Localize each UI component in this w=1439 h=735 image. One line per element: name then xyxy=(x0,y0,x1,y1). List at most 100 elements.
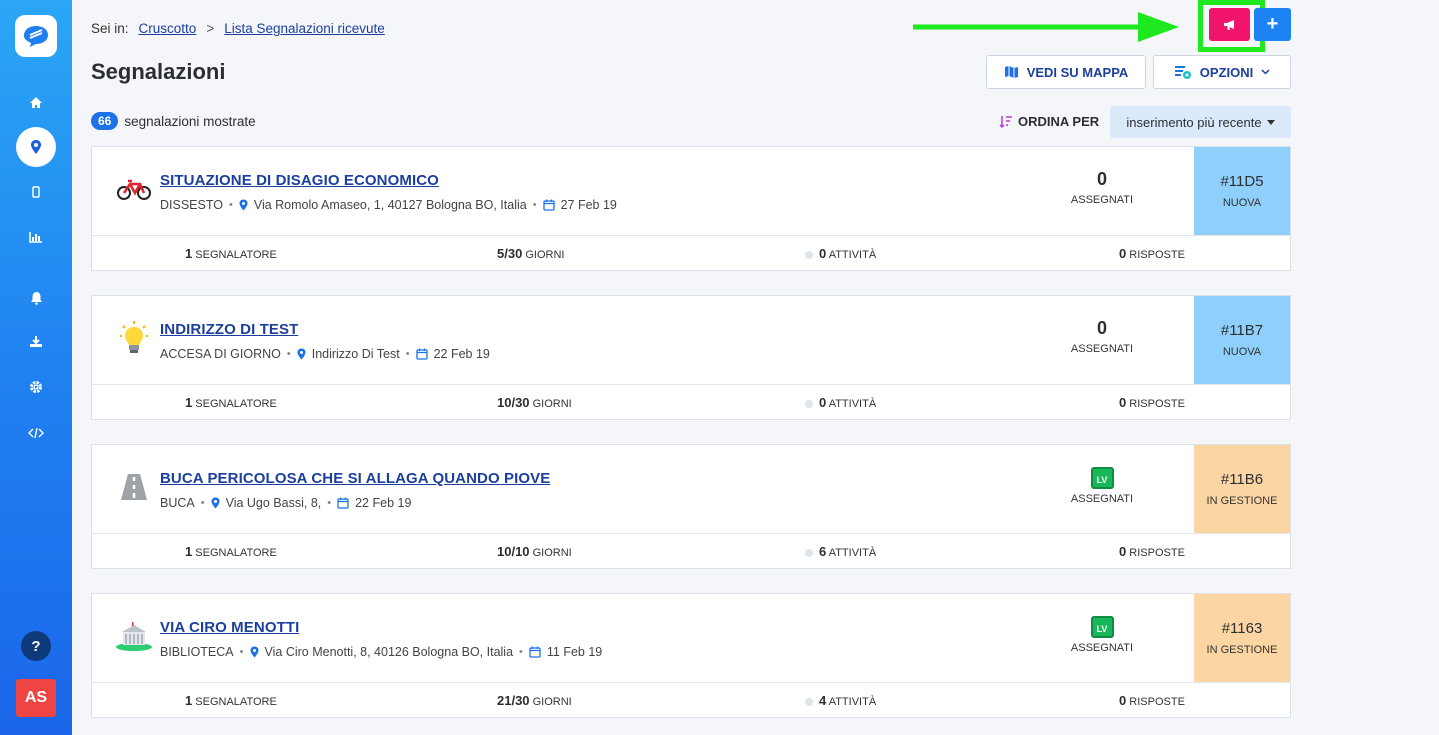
lightbulb-icon xyxy=(114,318,154,358)
code-icon[interactable] xyxy=(21,418,51,448)
status-badge: #11B7 NUOVA xyxy=(1194,296,1290,384)
gear-icon[interactable] xyxy=(21,372,51,402)
filter-settings-icon xyxy=(1174,65,1191,79)
report-address: Via Ugo Bassi, 8, xyxy=(225,496,322,510)
options-button[interactable]: OPZIONI xyxy=(1153,55,1291,89)
days-stat: 10/10 GIORNI xyxy=(497,544,572,559)
assigned-label: ASSEGNATI xyxy=(1070,194,1134,206)
report-category: BIBLIOTECA xyxy=(160,645,234,659)
reporters-stat: 1 SEGNALATORE xyxy=(185,395,277,410)
days-label: GIORNI xyxy=(532,547,572,559)
breadcrumb-link-dashboard[interactable]: Cruscotto xyxy=(139,21,197,36)
activity-dot xyxy=(805,251,813,259)
activities-label: ATTIVITÀ xyxy=(828,398,877,410)
assigned-block: LV ASSEGNATI xyxy=(1060,616,1144,654)
report-stats: 1 SEGNALATORE 10/10 GIORNI 6 ATTIVITÀ 0 … xyxy=(92,533,1290,568)
report-date: 27 Feb 19 xyxy=(560,198,617,212)
report-address: Via Romolo Amaseo, 1, 40127 Bologna BO, … xyxy=(253,198,527,212)
reporters-count: 1 xyxy=(185,395,193,410)
add-button[interactable]: + xyxy=(1254,8,1291,41)
download-icon[interactable] xyxy=(21,326,51,356)
days-stat: 5/30 GIORNI xyxy=(497,246,565,261)
status-badge: #11B6 IN GESTIONE xyxy=(1194,445,1290,533)
sort-label-text: ORDINA PER xyxy=(1018,114,1100,129)
count-label: segnalazioni mostrate xyxy=(124,113,256,129)
report-card[interactable]: BUCA PERICOLOSA CHE SI ALLAGA QUANDO PIO… xyxy=(91,444,1291,569)
sort-icon xyxy=(999,115,1012,128)
report-card[interactable]: INDIRIZZO DI TEST ACCESA DI GIORNO • Ind… xyxy=(91,295,1291,420)
breadcrumb-link-reports-list[interactable]: Lista Segnalazioni ricevute xyxy=(224,21,385,36)
report-code: #11D5 xyxy=(1220,173,1264,190)
map-pin-icon[interactable] xyxy=(16,127,56,167)
separator-dot: • xyxy=(519,646,523,658)
bar-chart-icon[interactable] xyxy=(21,222,51,252)
assigned-block: 0 ASSEGNATI xyxy=(1060,318,1144,355)
replies-count: 0 xyxy=(1119,544,1127,559)
help-button[interactable]: ? xyxy=(21,631,51,661)
report-code: #1163 xyxy=(1221,620,1263,637)
mobile-icon[interactable] xyxy=(21,177,51,207)
sidebar: ? AS xyxy=(0,0,72,735)
activities-label: ATTIVITÀ xyxy=(828,547,877,559)
report-stats: 1 SEGNALATORE 5/30 GIORNI 0 ATTIVITÀ 0 R… xyxy=(92,235,1290,270)
map-pin-icon xyxy=(250,646,258,658)
report-title[interactable]: BUCA PERICOLOSA CHE SI ALLAGA QUANDO PIO… xyxy=(160,470,550,487)
assigned-label: ASSEGNATI xyxy=(1070,642,1134,654)
road-icon xyxy=(114,467,154,507)
avatar[interactable]: AS xyxy=(16,679,56,717)
reporters-label: SEGNALATORE xyxy=(195,696,277,708)
arrow-annotation xyxy=(913,12,1179,42)
report-meta: BIBLIOTECA • Via Ciro Menotti, 8, 40126 … xyxy=(160,645,602,659)
replies-label: RISPOSTE xyxy=(1129,249,1185,261)
report-title[interactable]: INDIRIZZO DI TEST xyxy=(160,321,298,338)
replies-label: RISPOSTE xyxy=(1129,696,1185,708)
view-on-map-button[interactable]: VEDI SU MAPPA xyxy=(986,55,1146,89)
results-count: 66 segnalazioni mostrate xyxy=(91,112,256,130)
report-code: #11B7 xyxy=(1220,322,1264,339)
report-title[interactable]: VIA CIRO MENOTTI xyxy=(160,619,299,636)
days-label: GIORNI xyxy=(532,696,572,708)
assigned-count: 0 xyxy=(1096,169,1107,189)
report-card-header: VIA CIRO MENOTTI BIBLIOTECA • Via Ciro M… xyxy=(92,594,1194,682)
report-meta: BUCA • Via Ugo Bassi, 8, • 22 Feb 19 xyxy=(160,496,411,510)
separator-dot: • xyxy=(228,199,233,211)
report-card[interactable]: VIA CIRO MENOTTI BIBLIOTECA • Via Ciro M… xyxy=(91,593,1291,718)
report-title[interactable]: SITUAZIONE DI DISAGIO ECONOMICO xyxy=(160,172,439,189)
separator-dot: • xyxy=(200,497,205,509)
reporters-stat: 1 SEGNALATORE xyxy=(185,246,277,261)
count-badge: 66 xyxy=(91,112,119,130)
report-meta: DISSESTO • Via Romolo Amaseo, 1, 40127 B… xyxy=(160,198,617,212)
breadcrumb-prefix: Sei in: xyxy=(91,21,129,36)
status-badge: #1163 IN GESTIONE xyxy=(1194,594,1290,682)
calendar-icon xyxy=(415,348,428,360)
app-logo[interactable] xyxy=(15,15,57,57)
report-category: ACCESA DI GIORNO xyxy=(160,347,281,361)
assigned-count: LV xyxy=(1060,616,1144,638)
separator-dot: • xyxy=(532,199,537,211)
activities-count: 0 xyxy=(819,395,827,410)
days-count: 5/30 xyxy=(497,246,523,261)
reporters-count: 1 xyxy=(185,544,193,559)
map-icon xyxy=(1004,66,1018,78)
calendar-icon xyxy=(337,497,349,509)
report-card-header: BUCA PERICOLOSA CHE SI ALLAGA QUANDO PIO… xyxy=(92,445,1194,533)
activity-dot xyxy=(805,400,813,408)
calendar-icon xyxy=(542,199,555,211)
replies-count: 0 xyxy=(1119,693,1127,708)
reporters-stat: 1 SEGNALATORE xyxy=(185,544,277,559)
replies-count: 0 xyxy=(1119,395,1127,410)
report-state: IN GESTIONE xyxy=(1206,644,1278,656)
chevron-down-icon xyxy=(1261,69,1270,75)
map-pin-icon xyxy=(239,199,248,211)
days-label: GIORNI xyxy=(525,249,565,261)
activities-stat: 0 ATTIVITÀ xyxy=(805,395,876,410)
home-icon[interactable] xyxy=(21,87,51,117)
bell-icon[interactable] xyxy=(21,283,51,313)
separator-dot: • xyxy=(286,348,291,360)
report-card[interactable]: SITUAZIONE DI DISAGIO ECONOMICO DISSESTO… xyxy=(91,146,1291,271)
reporters-count: 1 xyxy=(185,693,193,708)
sort-select[interactable]: inserimento più recente xyxy=(1110,106,1291,138)
days-count: 10/10 xyxy=(497,544,530,559)
breadcrumb: Sei in: Cruscotto > Lista Segnalazioni r… xyxy=(91,21,385,36)
reporters-label: SEGNALATORE xyxy=(195,398,277,410)
